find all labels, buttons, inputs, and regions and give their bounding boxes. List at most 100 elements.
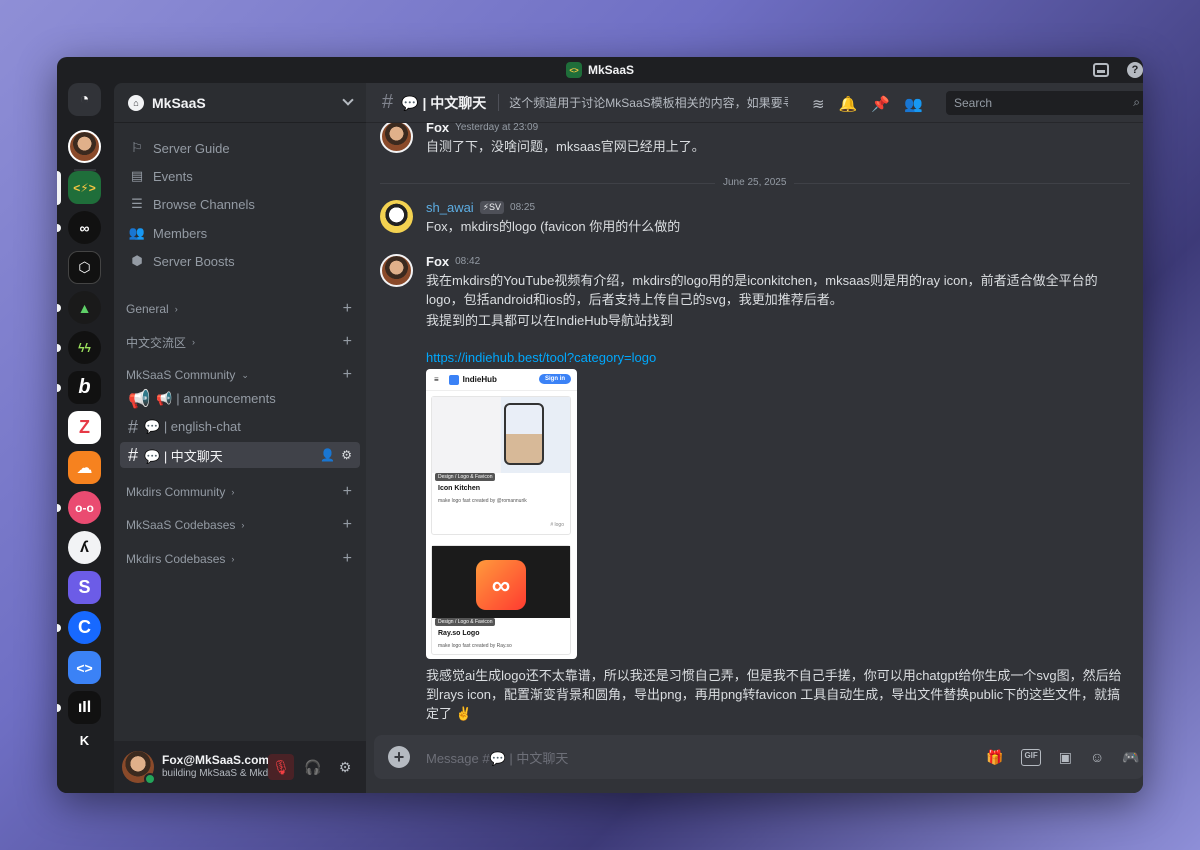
channel-english-chat[interactable]: # 💬 | english-chat (120, 414, 360, 440)
card-screenshot: Design / Logo & Favicon (432, 397, 570, 481)
server-avatar-fox[interactable] (68, 130, 101, 163)
sticker-icon[interactable]: ▣ (1059, 749, 1072, 766)
category-mkdirs-community[interactable]: Mkdirs Community › + (122, 482, 358, 502)
server-cube-icon[interactable]: ⬡ (68, 251, 101, 284)
gamepad-icon[interactable]: 🎮 (1122, 749, 1139, 766)
nav-server-boosts[interactable]: ⬢ Server Boosts (122, 248, 358, 274)
message-list: Fox Yesterday at 23:09 自测了下，没啥问题，mksaas官网… (366, 123, 1143, 743)
phone-mockup (504, 403, 544, 465)
add-channel-icon[interactable]: + (343, 549, 352, 569)
chevron-down-icon[interactable] (342, 94, 354, 106)
message-input[interactable]: Message #💬 | 中文聊天 (426, 748, 568, 767)
message-time: Yesterday at 23:09 (455, 123, 539, 133)
role-tag: ⚡SV (479, 201, 505, 214)
nav-members[interactable]: 👥 Members (122, 220, 358, 246)
signpost-icon: ⚐ (131, 140, 143, 155)
avatar[interactable] (380, 200, 413, 233)
server-header[interactable]: ⌂ MkSaaS (114, 83, 366, 123)
avatar[interactable] (380, 254, 413, 287)
help-icon[interactable]: ? (1127, 62, 1143, 78)
mic-muted-icon[interactable]: 🎙 (268, 754, 294, 780)
user-panel: Fox@MkSaaS.com building MkSaaS & Mkdirs … (114, 741, 366, 793)
embed-card: Design / Logo & Favicon Icon Kitchen mak… (431, 396, 571, 535)
unread-pip (57, 504, 61, 512)
server-c-icon[interactable]: C (68, 611, 101, 644)
embed-navbar: ≡ IndieHub Sign in (426, 369, 577, 391)
chat-main: # 💬 | 中文聊天 这个频道用于讨论MkSaaS模板相关的内容，如果要寻...… (366, 83, 1143, 793)
hash-icon: # (382, 91, 394, 113)
channel-topic[interactable]: 这个频道用于讨论MkSaaS模板相关的内容，如果要寻... (498, 94, 788, 111)
server-link-icon[interactable]: ∞ (68, 211, 101, 244)
browse-icon: ☰ (131, 196, 143, 211)
nav-browse-channels[interactable]: ☰ Browse Channels (122, 191, 358, 217)
category-mksaas-codebases[interactable]: MkSaaS Codebases › + (122, 515, 358, 535)
chevron-down-icon: ⌄ (241, 369, 249, 380)
message-author[interactable]: Fox (426, 123, 449, 135)
avatar[interactable] (380, 123, 413, 153)
message-author[interactable]: Fox (426, 254, 449, 269)
avatar[interactable] (122, 751, 156, 785)
category-general[interactable]: General › + (122, 299, 358, 319)
calendar-icon: ▤ (130, 168, 144, 183)
invite-icon[interactable]: 👤 (320, 448, 335, 462)
members-icon[interactable]: 👥 (904, 95, 923, 113)
add-channel-icon[interactable]: + (343, 332, 352, 352)
indiehub-logo-icon (448, 374, 459, 385)
bell-icon[interactable]: 🔔 (839, 95, 858, 113)
add-channel-icon[interactable]: + (343, 482, 352, 502)
unread-pip (57, 384, 61, 392)
server-mksaas-icon[interactable]: <⚡> (68, 171, 101, 204)
server-b-icon[interactable]: b (68, 371, 101, 404)
server-n8n-icon[interactable]: o-o (68, 491, 101, 524)
gift-icon[interactable]: 🎁 (986, 749, 1003, 766)
server-bars-icon[interactable]: ıIl (68, 691, 101, 724)
gear-icon[interactable]: ⚙ (341, 448, 352, 462)
emoji-icon[interactable]: ☺ (1090, 749, 1104, 766)
headphones-icon[interactable]: 🎧 (300, 754, 326, 780)
add-attachment-icon[interactable]: + (388, 746, 410, 768)
add-channel-icon[interactable]: + (343, 299, 352, 319)
message-time: 08:25 (510, 202, 536, 213)
add-channel-icon[interactable]: + (343, 365, 352, 385)
add-channel-icon[interactable]: + (343, 515, 352, 535)
message-link[interactable]: https://indiehub.best/tool?category=logo (426, 348, 1126, 367)
user-name[interactable]: Fox@MkSaaS.com (162, 754, 279, 767)
chevron-right-icon: › (174, 304, 178, 314)
pin-icon[interactable]: 📌 (871, 95, 890, 113)
server-logo-icon: <> (565, 62, 582, 78)
message-text: 自测了下，没啥问题，mksaas官网已经用上了。 (426, 139, 705, 154)
signin-button: Sign in (539, 374, 571, 384)
server-llama-icon[interactable]: ʎ (68, 531, 101, 564)
server-k-icon[interactable]: K (68, 731, 101, 749)
channel-zh-chat[interactable]: # 💬 | 中文聊天 👤 ⚙ (120, 442, 360, 468)
hash-icon: # (128, 444, 139, 465)
threads-icon[interactable]: ≋ (812, 95, 825, 113)
ray-logo-icon: ∞ (476, 560, 526, 610)
nav-events[interactable]: ▤ Events (122, 163, 358, 189)
category-community[interactable]: MkSaaS Community ⌄ + (122, 365, 358, 385)
search-input[interactable]: Search ⌕ (946, 91, 1143, 115)
server-triangle-icon[interactable]: ▲ (68, 291, 101, 324)
link-embed-image[interactable]: ≡ IndieHub Sign in Design / Logo & Favic… (426, 369, 577, 659)
server-bolt-icon[interactable]: ϟϟ (68, 331, 101, 364)
unread-pip (57, 344, 61, 352)
message-composer[interactable]: + Message #💬 | 中文聊天 🎁 GIF ▣ ☺ 🎮 (374, 735, 1143, 779)
boost-icon: ⬢ (131, 253, 143, 268)
chevron-right-icon: › (231, 487, 235, 497)
server-z-icon[interactable]: Z (68, 411, 101, 444)
channel-announcements[interactable]: 📢 📢 | announcements (120, 386, 360, 412)
nav-server-guide[interactable]: ⚐ Server Guide (122, 135, 358, 161)
category-zh[interactable]: 中文交流区 › + (122, 332, 358, 352)
category-mkdirs-codebases[interactable]: Mkdirs Codebases › + (122, 549, 358, 569)
inbox-icon[interactable] (1093, 63, 1109, 77)
discord-home-icon[interactable]: ◔ (68, 83, 101, 116)
message-author[interactable]: sh_awai (426, 200, 474, 215)
server-cloud-icon[interactable]: ☁ (68, 451, 101, 484)
unread-pip (57, 704, 61, 712)
server-s-icon[interactable]: S (68, 571, 101, 604)
server-code-icon[interactable]: <> (68, 651, 101, 684)
gif-icon[interactable]: GIF (1021, 749, 1041, 766)
chevron-right-icon: › (192, 337, 196, 347)
gear-icon[interactable]: ⚙ (332, 754, 358, 780)
channel-sidebar: ⌂ MkSaaS ⚐ Server Guide ▤ Events ☰ Browse C… (114, 83, 366, 793)
